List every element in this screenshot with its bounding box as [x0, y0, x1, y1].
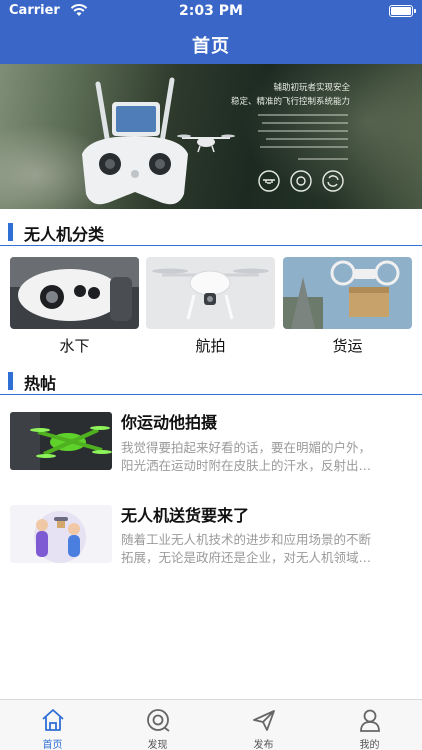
- refresh-icon: [322, 170, 344, 192]
- drone-image: [177, 134, 235, 153]
- tab-label: 发现: [147, 740, 168, 750]
- tab-profile[interactable]: 我的: [317, 700, 422, 750]
- status-bar: Carrier 2:03 PM: [0, 0, 422, 22]
- banner-headline-1: 辅助初玩者实现安全: [273, 83, 350, 93]
- post-description-line: 拓展，无论是政府还是企业，对无人机领域…: [121, 550, 372, 565]
- banner-headline-2: 稳定、精准的飞行控制系统能力: [230, 97, 350, 107]
- category-label-cargo: 货运: [332, 337, 363, 355]
- post-thumbnail: [10, 412, 112, 470]
- post-title: 无人机送货要来了: [121, 506, 250, 525]
- posts-section-header: 热帖: [0, 365, 422, 395]
- section-accent-bar: [8, 372, 13, 390]
- post-description-line: 阳光洒在运动时附在皮肤上的汗水，反射出…: [121, 458, 372, 473]
- underwater-drone-image: [10, 257, 139, 329]
- category-label-aerial: 航拍: [195, 337, 226, 355]
- section-title: 热帖: [24, 374, 57, 393]
- drone-icon: [258, 170, 280, 192]
- post-description: 我觉得要拍起来好看的话，要在明媚的户外， 阳光洒在运动时附在皮肤上的汗水，反射出…: [121, 439, 413, 475]
- clock: 2:03 PM: [179, 3, 243, 19]
- tab-label: 我的: [359, 740, 380, 750]
- category-card-underwater[interactable]: [10, 257, 139, 329]
- post-thumbnail: [10, 505, 112, 563]
- post-description-line: 我觉得要拍起来好看的话，要在明媚的户外，: [121, 440, 372, 455]
- page-title: 首页: [192, 36, 230, 57]
- post-title: 你运动他拍摄: [121, 413, 218, 432]
- category-card-cargo[interactable]: [283, 257, 412, 329]
- tab-publish[interactable]: 发布: [211, 700, 316, 750]
- cargo-drone-image: [283, 257, 412, 329]
- battery-icon: [389, 5, 416, 17]
- home-icon: [42, 709, 64, 731]
- navigation-bar: 首页: [0, 22, 422, 64]
- tab-home[interactable]: 首页: [0, 700, 105, 750]
- aerial-drone-image: [146, 257, 275, 329]
- category-label-underwater: 水下: [59, 337, 90, 355]
- tab-label: 发布: [253, 740, 274, 750]
- profile-icon: [360, 709, 380, 732]
- target-icon: [290, 170, 312, 192]
- section-accent-bar: [8, 223, 13, 241]
- banner-feature-lines: [258, 114, 348, 160]
- category-card-aerial[interactable]: [146, 257, 275, 329]
- tab-label: 首页: [42, 740, 63, 750]
- post-description-line: 随着工业无人机技术的进步和应用场景的不断: [121, 532, 372, 547]
- hero-banner[interactable]: 辅助初玩者实现安全 稳定、精准的飞行控制系统能力: [0, 64, 422, 209]
- delivery-illustration-image: [10, 505, 112, 563]
- send-icon: [253, 710, 275, 731]
- categories-section-header: 无人机分类: [0, 216, 422, 246]
- tab-bar: 首页 发现 发布 我的: [0, 699, 422, 750]
- tab-discover[interactable]: 发现: [105, 700, 210, 750]
- discover-icon: [147, 709, 170, 732]
- green-drone-image: [10, 412, 112, 470]
- post-description: 随着工业无人机技术的进步和应用场景的不断 拓展，无论是政府还是企业，对无人机领域…: [121, 531, 413, 567]
- section-title: 无人机分类: [24, 225, 105, 244]
